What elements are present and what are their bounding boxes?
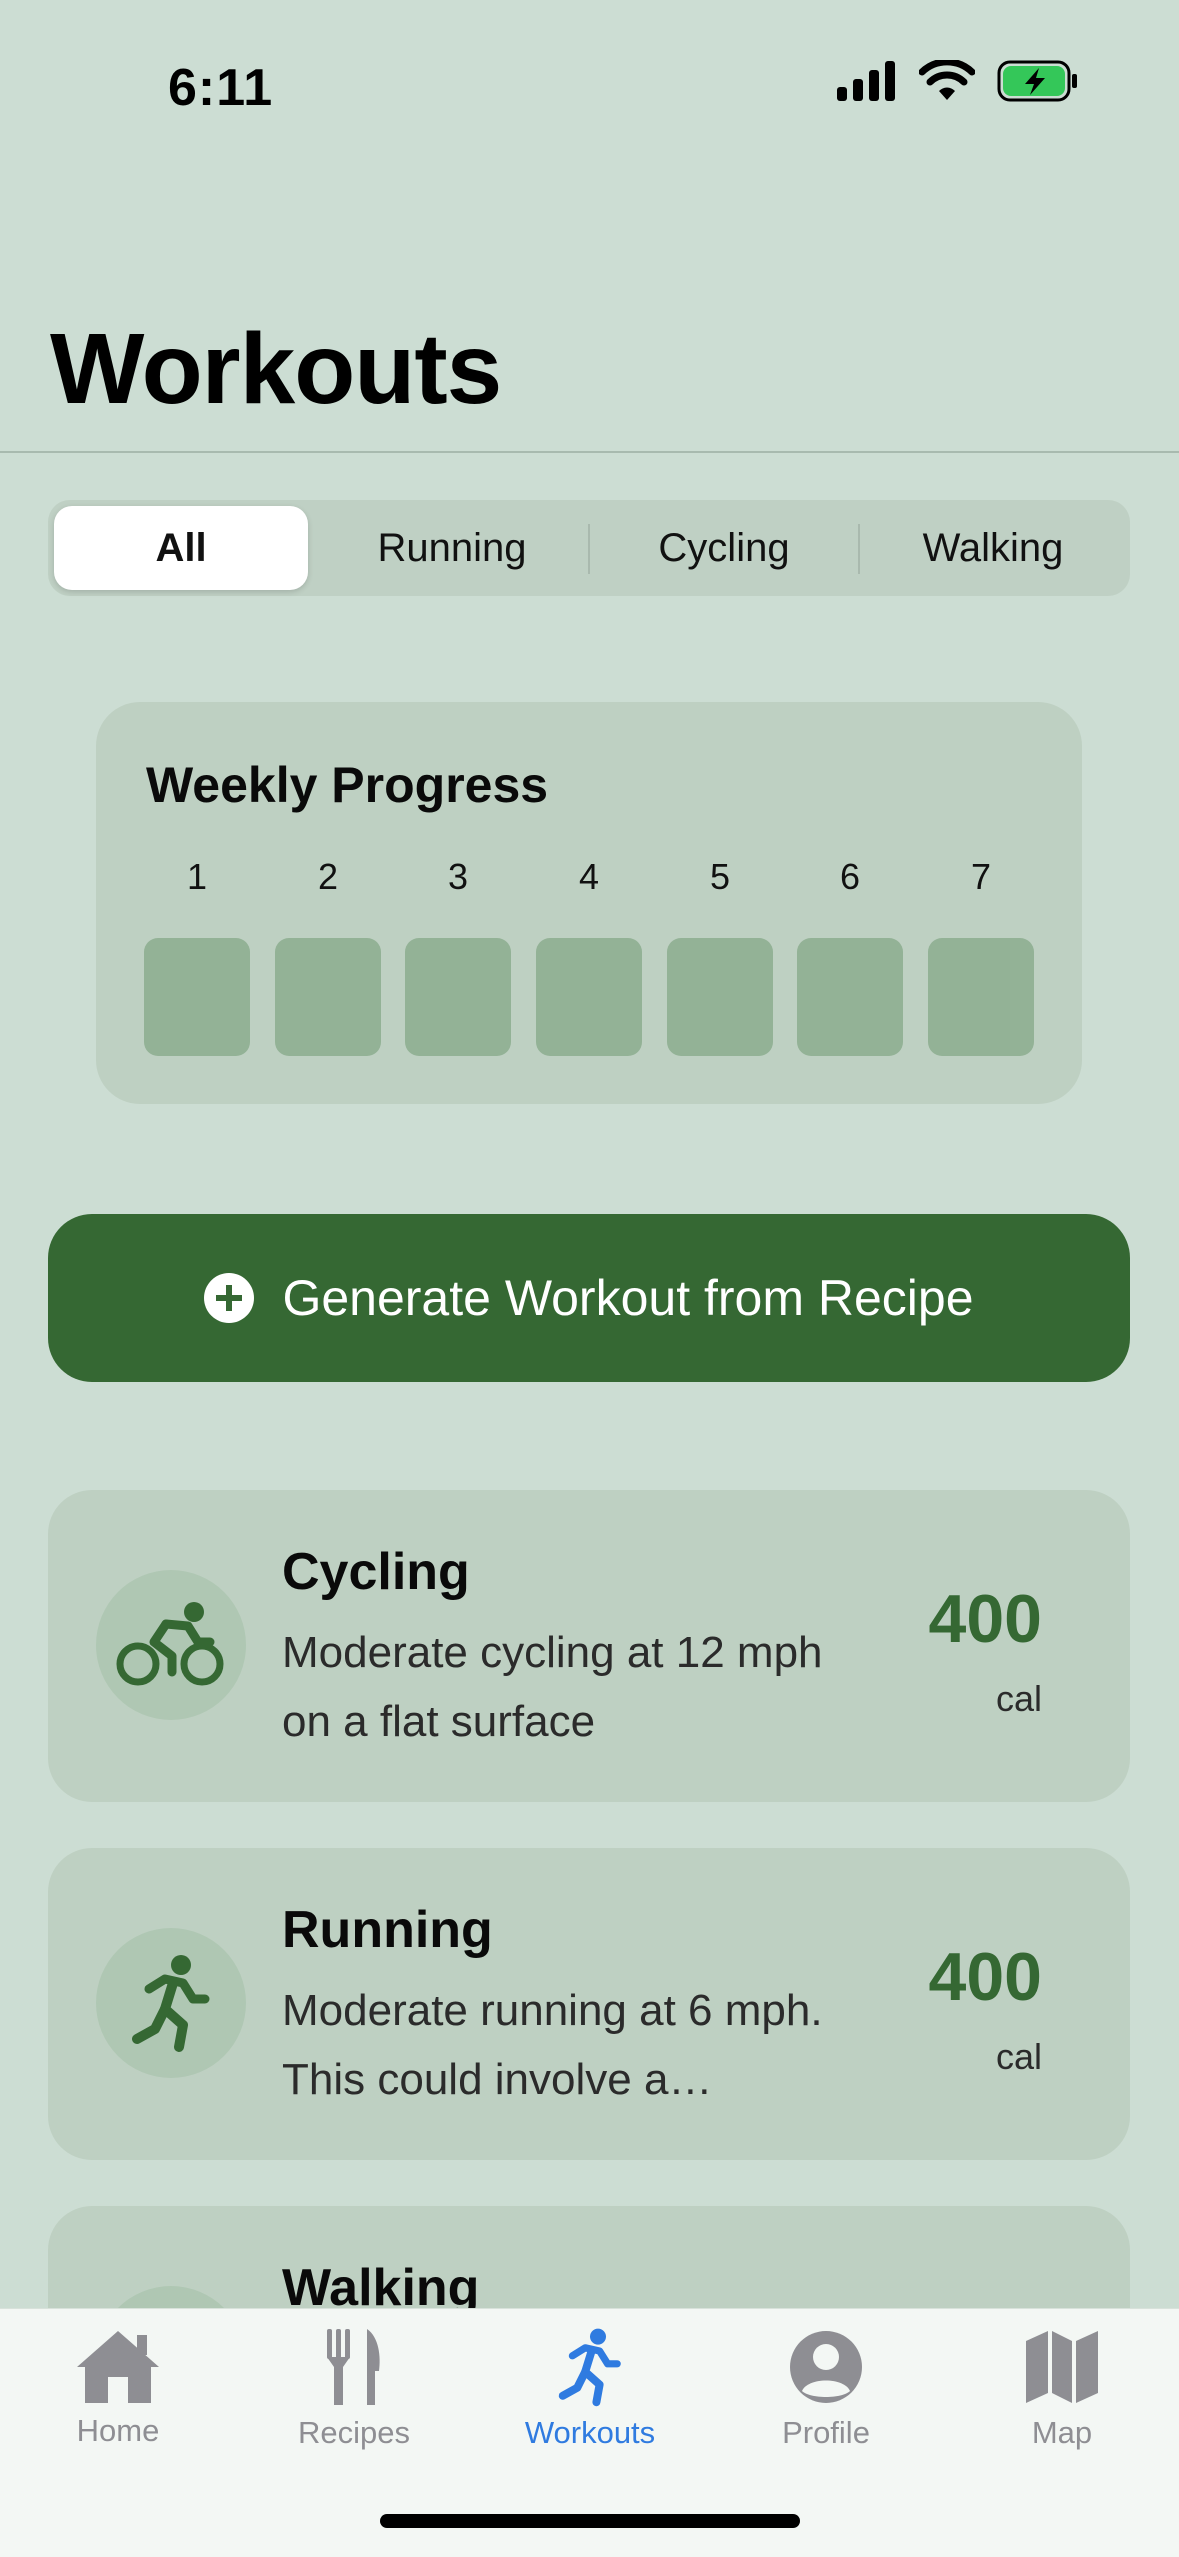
- header-divider: [0, 451, 1179, 453]
- day-label: 1: [186, 856, 208, 897]
- running-icon: [558, 2328, 621, 2407]
- workout-calories-unit: cal: [995, 1678, 1042, 1719]
- workout-calories: 400: [928, 1581, 1042, 1657]
- status-icons: [837, 60, 1079, 102]
- day-label: 7: [970, 856, 992, 897]
- home-indicator: [380, 2514, 800, 2528]
- day-progress-box: [797, 938, 903, 1056]
- segment-separator: [858, 524, 860, 574]
- generate-workout-label: Generate Workout from Recipe: [282, 1270, 974, 1326]
- day-progress-box: [275, 938, 381, 1056]
- workout-filter-segmented-control: All Running Cycling Walking: [48, 500, 1130, 596]
- plus-circle-icon: [204, 1273, 255, 1323]
- running-icon: [96, 1928, 246, 2078]
- day-progress-box: [928, 938, 1034, 1056]
- tab-label: Home: [76, 2413, 160, 2448]
- day-progress-box: [405, 938, 511, 1056]
- day-progress-box: [536, 938, 642, 1056]
- tab-workouts[interactable]: Workouts: [472, 2327, 708, 2477]
- tab-label: Map: [1031, 2415, 1093, 2450]
- bicycle-icon: [96, 1570, 246, 1720]
- tab-label: Workouts: [524, 2415, 656, 2450]
- tab-label: Profile: [782, 2415, 870, 2450]
- workout-calories: 400: [928, 1939, 1042, 2015]
- map-icon: [1026, 2331, 1098, 2403]
- wifi-icon: [919, 60, 975, 100]
- page-title: Workouts: [50, 313, 502, 425]
- battery-charging-icon: [997, 60, 1077, 102]
- day-progress-box: [667, 938, 773, 1056]
- status-time: 6:11: [168, 59, 274, 117]
- tab-profile[interactable]: Profile: [708, 2327, 944, 2477]
- tab-label: Recipes: [298, 2415, 410, 2450]
- workout-title: Running: [282, 1901, 493, 1959]
- workout-title: Cycling: [282, 1543, 470, 1601]
- day-label: 2: [317, 856, 339, 897]
- workout-calories-unit: cal: [995, 2036, 1042, 2077]
- tab-home[interactable]: Home: [0, 2327, 236, 2477]
- fork-knife-icon: [327, 2329, 380, 2405]
- day-label: 4: [578, 856, 600, 897]
- workout-card-cycling[interactable]: Cycling Moderate cycling at 12 mph on a …: [48, 1490, 1130, 1802]
- tab-recipes[interactable]: Recipes: [236, 2327, 472, 2477]
- weekly-progress-title: Weekly Progress: [146, 757, 549, 813]
- segment-cycling[interactable]: Cycling: [592, 506, 856, 590]
- day-progress-box: [144, 938, 250, 1056]
- day-label: 6: [839, 856, 861, 897]
- day-label: 5: [709, 856, 731, 897]
- day-label: 3: [447, 856, 469, 897]
- profile-icon: [790, 2331, 862, 2403]
- segment-running[interactable]: Running: [320, 506, 584, 590]
- segment-all[interactable]: All: [54, 506, 308, 590]
- workout-card-running[interactable]: Running Moderate running at 6 mph. This …: [48, 1848, 1130, 2160]
- signal-icon: [837, 61, 895, 101]
- workout-description: Moderate cycling at 12 mph on a flat sur…: [282, 1628, 823, 1746]
- home-icon: [77, 2331, 159, 2403]
- tab-map[interactable]: Map: [944, 2327, 1179, 2477]
- generate-workout-button[interactable]: Generate Workout from Recipe: [48, 1214, 1130, 1382]
- segment-walking[interactable]: Walking: [862, 506, 1124, 590]
- segment-separator: [588, 524, 590, 574]
- workout-description: Moderate running at 6 mph. This could in…: [282, 1986, 823, 2104]
